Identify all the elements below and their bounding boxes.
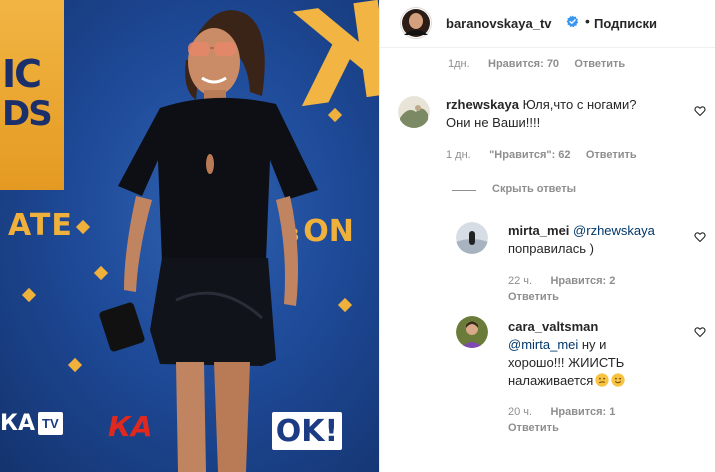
- comment-body: rzhewskaya Юля,что с ногами? Они не Ваши…: [446, 96, 686, 132]
- tv-logo-letters: КА: [0, 410, 36, 436]
- header-separator-dot: •: [585, 13, 590, 29]
- previous-comment-meta: 1дн. Нравится: 70 Ответить: [448, 58, 625, 70]
- previous-comment-time: 1дн.: [448, 58, 470, 70]
- hide-replies-line: [452, 190, 476, 191]
- reply-reply-button[interactable]: Ответить: [508, 291, 559, 303]
- reply-text-line1: ну и: [578, 337, 607, 352]
- post-photo[interactable]: IC DS ATE Ж вON: [0, 0, 379, 472]
- reply-username[interactable]: mirta_mei: [508, 223, 569, 238]
- reply-avatar[interactable]: [456, 222, 488, 254]
- comment-meta: 1 дн. "Нравится": 62 Ответить: [446, 149, 637, 161]
- smiling-face-emoji-icon: [611, 373, 625, 387]
- hide-replies-button[interactable]: Скрыть ответы: [492, 183, 576, 195]
- verified-badge-icon: [566, 15, 579, 28]
- comment-text-line2: Они не Ваши!!!!: [446, 115, 541, 130]
- reply-text-line2: хорошо!!! ЖИИСТЬ: [508, 355, 625, 370]
- commenter-avatar[interactable]: [398, 96, 430, 128]
- channel-logo-ka: КА: [108, 410, 153, 443]
- heart-icon[interactable]: [694, 326, 706, 338]
- reply-reply-button[interactable]: Ответить: [508, 422, 559, 434]
- reply-text-line3: налаживается: [508, 373, 594, 388]
- comment-likes[interactable]: "Нравится": 62: [489, 149, 570, 161]
- post-header: baranovskaya_tv • Подписки: [380, 0, 715, 48]
- heart-icon[interactable]: [694, 231, 706, 243]
- reply-mention[interactable]: @mirta_mei: [508, 337, 578, 352]
- confused-face-emoji-icon: [595, 373, 609, 387]
- reply-likes[interactable]: Нравится: 2: [550, 275, 615, 287]
- ok-magazine-logo: OK!: [272, 412, 342, 450]
- tv-logo-badge: TV: [38, 411, 63, 435]
- reply-likes[interactable]: Нравится: 1: [550, 406, 615, 418]
- reply-body: cara_valtsman @mirta_mei ну и хорошо!!! …: [508, 318, 698, 390]
- reply-mention[interactable]: @rzhewskaya: [573, 223, 655, 238]
- comment-text-line1: Юля,что с ногами?: [522, 97, 637, 112]
- previous-comment-likes[interactable]: Нравится: 70: [488, 58, 559, 70]
- author-username[interactable]: baranovskaya_tv: [446, 16, 552, 31]
- comments-panel: baranovskaya_tv • Подписки 1дн. Нравится…: [379, 0, 715, 472]
- reply-reply-row: Ответить: [508, 422, 559, 434]
- comment-reply-button[interactable]: Ответить: [586, 149, 637, 161]
- reply-body: mirta_mei @rzhewskaya поправилась ): [508, 222, 698, 258]
- author-avatar[interactable]: [400, 7, 432, 39]
- reply-meta: 20 ч. Нравится: 1: [508, 406, 615, 418]
- heart-icon[interactable]: [694, 105, 706, 117]
- previous-comment-reply-button[interactable]: Ответить: [574, 58, 625, 70]
- tv-channel-logo: КА TV: [0, 406, 63, 440]
- reply-time: 22 ч.: [508, 275, 533, 287]
- reply-meta: 22 ч. Нравится: 2: [508, 275, 615, 287]
- comment-time: 1 дн.: [446, 149, 471, 161]
- person-figure: [99, 10, 318, 472]
- reply-time: 20 ч.: [508, 406, 533, 418]
- following-button[interactable]: Подписки: [594, 16, 657, 31]
- reply-avatar[interactable]: [456, 316, 488, 348]
- comment-username[interactable]: rzhewskaya: [446, 97, 519, 112]
- reply-text: поправилась ): [508, 241, 594, 256]
- reply-reply-row: Ответить: [508, 291, 559, 303]
- reply-username[interactable]: cara_valtsman: [508, 319, 598, 334]
